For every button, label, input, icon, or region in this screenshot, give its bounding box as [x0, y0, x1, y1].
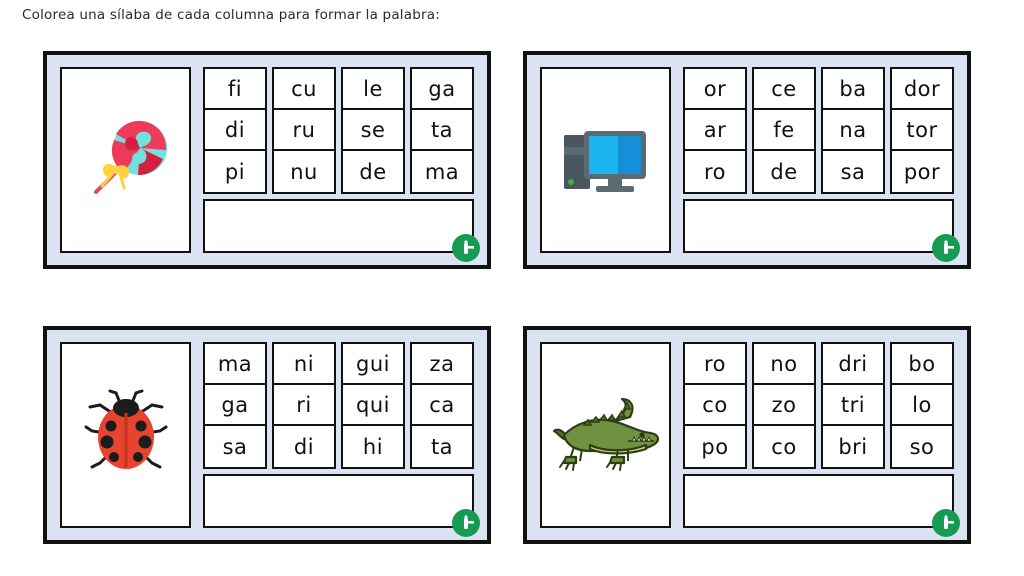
syllable-cell[interactable]: ma [412, 151, 472, 192]
syllable-grid: or ar ro ce fe de ba na sa dor tor por [683, 67, 954, 194]
syllable-area: ma ga sa ni ri di gui qui hi za ca ta [203, 342, 480, 537]
syllable-column: bo lo so [890, 342, 954, 469]
answer-box[interactable] [203, 199, 474, 253]
syllable-cell[interactable]: ba [823, 69, 883, 110]
syllable-column: gui qui hi [341, 342, 405, 469]
picture-panel [540, 67, 671, 253]
lollipop-icon [80, 110, 172, 210]
syllable-cell[interactable]: ri [274, 385, 334, 426]
syllable-cell[interactable]: co [685, 385, 745, 426]
desktop-computer-icon [558, 117, 654, 203]
syllable-cell[interactable]: sa [823, 151, 883, 192]
syllable-cell[interactable]: sa [205, 426, 265, 467]
logo-badge-icon [452, 509, 480, 537]
logo-badge-icon [932, 509, 960, 537]
syllable-cell[interactable]: ni [274, 344, 334, 385]
syllable-cell[interactable]: so [892, 426, 952, 467]
syllable-cell[interactable]: na [823, 110, 883, 151]
syllable-cell[interactable]: fe [754, 110, 814, 151]
syllable-cell[interactable]: ca [412, 385, 472, 426]
card-mariquita: ma ga sa ni ri di gui qui hi za ca ta [43, 326, 491, 544]
syllable-cell[interactable]: ta [412, 110, 472, 151]
syllable-cell[interactable]: bo [892, 344, 952, 385]
syllable-column: dor tor por [890, 67, 954, 194]
answer-box[interactable] [683, 199, 954, 253]
syllable-column: or ar ro [683, 67, 747, 194]
syllable-cell[interactable]: nu [274, 151, 334, 192]
syllable-column: ba na sa [821, 67, 885, 194]
syllable-cell[interactable]: qui [343, 385, 403, 426]
syllable-cell[interactable]: ru [274, 110, 334, 151]
page-title: Colorea una sílaba de cada columna para … [22, 7, 440, 23]
crocodile-icon [550, 395, 662, 475]
card-cocodrilo: ro co po no zo co dri tri bri bo lo so [523, 326, 971, 544]
syllable-column: ma ga sa [203, 342, 267, 469]
syllable-area: fi di pi cu ru nu le se de ga ta ma [203, 67, 480, 262]
logo-badge-icon [452, 234, 480, 262]
syllable-column: ro co po [683, 342, 747, 469]
syllable-column: ni ri di [272, 342, 336, 469]
answer-box[interactable] [203, 474, 474, 528]
syllable-cell[interactable]: ga [412, 69, 472, 110]
syllable-cell[interactable]: dri [823, 344, 883, 385]
syllable-cell[interactable]: co [754, 426, 814, 467]
syllable-grid: ma ga sa ni ri di gui qui hi za ca ta [203, 342, 474, 469]
answer-box[interactable] [683, 474, 954, 528]
syllable-cell[interactable]: de [343, 151, 403, 192]
syllable-cell[interactable]: de [754, 151, 814, 192]
worksheet-sheet: fi di pi cu ru nu le se de ga ta ma or a… [0, 36, 1024, 566]
syllable-cell[interactable]: ro [685, 151, 745, 192]
syllable-cell[interactable]: no [754, 344, 814, 385]
syllable-cell[interactable]: lo [892, 385, 952, 426]
syllable-cell[interactable]: zo [754, 385, 814, 426]
syllable-cell[interactable]: tor [892, 110, 952, 151]
syllable-area: ro co po no zo co dri tri bri bo lo so [683, 342, 960, 537]
syllable-cell[interactable]: ro [685, 344, 745, 385]
syllable-cell[interactable]: por [892, 151, 952, 192]
syllable-cell[interactable]: tri [823, 385, 883, 426]
syllable-column: ce fe de [752, 67, 816, 194]
syllable-cell[interactable]: fi [205, 69, 265, 110]
card-ordenador: or ar ro ce fe de ba na sa dor tor por [523, 51, 971, 269]
picture-panel [540, 342, 671, 528]
syllable-cell[interactable]: za [412, 344, 472, 385]
picture-panel [60, 67, 191, 253]
syllable-cell[interactable]: dor [892, 69, 952, 110]
syllable-cell[interactable]: se [343, 110, 403, 151]
syllable-cell[interactable]: ar [685, 110, 745, 151]
syllable-column: no zo co [752, 342, 816, 469]
syllable-cell[interactable]: gui [343, 344, 403, 385]
syllable-column: fi di pi [203, 67, 267, 194]
logo-badge-icon [932, 234, 960, 262]
syllable-cell[interactable]: pi [205, 151, 265, 192]
syllable-cell[interactable]: le [343, 69, 403, 110]
syllable-cell[interactable]: bri [823, 426, 883, 467]
card-piruleta: fi di pi cu ru nu le se de ga ta ma [43, 51, 491, 269]
syllable-cell[interactable]: po [685, 426, 745, 467]
syllable-cell[interactable]: di [274, 426, 334, 467]
syllable-area: or ar ro ce fe de ba na sa dor tor por [683, 67, 960, 262]
picture-panel [60, 342, 191, 528]
syllable-column: cu ru nu [272, 67, 336, 194]
syllable-cell[interactable]: cu [274, 69, 334, 110]
syllable-grid: fi di pi cu ru nu le se de ga ta ma [203, 67, 474, 194]
syllable-cell[interactable]: ce [754, 69, 814, 110]
syllable-cell[interactable]: hi [343, 426, 403, 467]
syllable-cell[interactable]: ma [205, 344, 265, 385]
syllable-cell[interactable]: ga [205, 385, 265, 426]
ladybug-icon [76, 387, 176, 483]
syllable-column: dri tri bri [821, 342, 885, 469]
syllable-cell[interactable]: ta [412, 426, 472, 467]
syllable-cell[interactable]: di [205, 110, 265, 151]
syllable-column: za ca ta [410, 342, 474, 469]
syllable-column: le se de [341, 67, 405, 194]
syllable-grid: ro co po no zo co dri tri bri bo lo so [683, 342, 954, 469]
syllable-column: ga ta ma [410, 67, 474, 194]
syllable-cell[interactable]: or [685, 69, 745, 110]
